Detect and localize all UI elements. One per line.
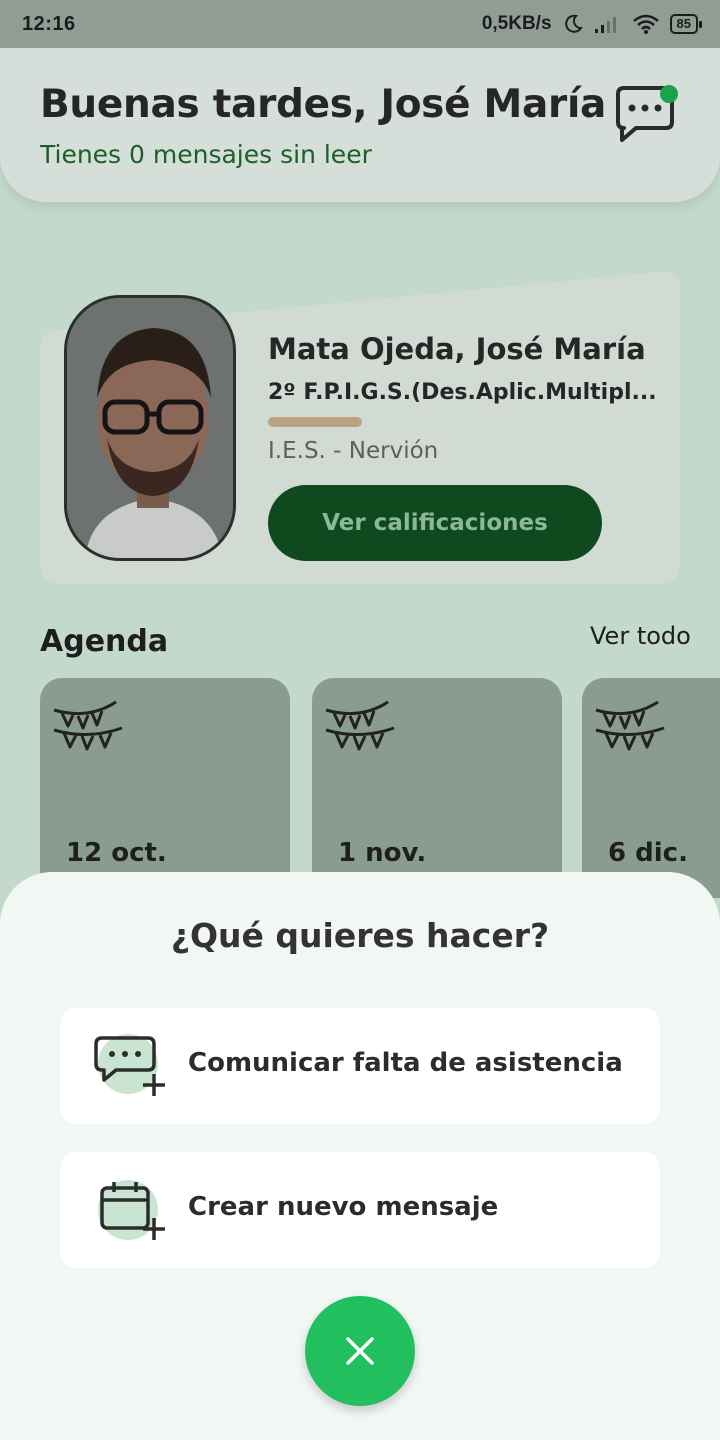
course-color-bar xyxy=(268,417,362,427)
new-message-label: Crear nuevo mensaje xyxy=(188,1192,499,1222)
notification-dot xyxy=(660,85,678,103)
student-name: Mata Ojeda, José María xyxy=(268,332,646,366)
agenda-event-card[interactable]: 12 oct. xyxy=(40,678,290,898)
agenda-title: Agenda xyxy=(40,624,169,659)
unread-messages-text: Tienes 0 mensajes sin leer xyxy=(40,140,372,169)
garland-icon xyxy=(325,700,395,751)
network-speed: 0,5KB/s xyxy=(481,13,552,34)
garland-icon xyxy=(595,700,665,751)
sheet-title: ¿Qué quieres hacer? xyxy=(170,916,550,955)
student-photo xyxy=(64,295,236,561)
report-absence-label: Comunicar falta de asistencia xyxy=(188,1048,623,1078)
signal-icon xyxy=(594,17,616,33)
view-grades-button[interactable]: Ver calificaciones xyxy=(268,485,602,561)
garland-icon xyxy=(53,700,123,751)
close-sheet-button[interactable] xyxy=(305,1296,415,1406)
student-card: Mata Ojeda, José María 2º F.P.I.G.S.(Des… xyxy=(40,270,680,584)
student-school: I.E.S. - Nervión xyxy=(268,438,439,464)
agenda-event-card[interactable]: 1 nov. xyxy=(312,678,562,898)
chat-add-icon xyxy=(94,1034,165,1096)
see-all-link[interactable]: Ver todo xyxy=(590,622,691,650)
new-message-option[interactable]: Crear nuevo mensaje xyxy=(60,1152,660,1268)
report-absence-option[interactable]: Comunicar falta de asistencia xyxy=(60,1008,660,1124)
calendar-add-icon xyxy=(98,1180,165,1240)
wifi-icon xyxy=(632,14,659,34)
event-date: 12 oct. xyxy=(66,838,167,868)
status-time: 12:16 xyxy=(22,12,76,35)
header: Buenas tardes, José María Tienes 0 mensa… xyxy=(0,48,720,202)
student-course: 2º F.P.I.G.S.(Des.Aplic.Multipl... xyxy=(268,380,657,405)
greeting-title: Buenas tardes, José María xyxy=(40,82,607,127)
close-icon xyxy=(346,1337,374,1365)
status-indicators: 0,5KB/s 85 xyxy=(481,13,703,35)
event-date: 1 nov. xyxy=(338,838,427,868)
action-bottom-sheet: ¿Qué quieres hacer? Comunicar falta de a… xyxy=(0,872,720,1440)
status-bar: 12:16 0,5KB/s 85 xyxy=(0,0,720,48)
moon-icon xyxy=(564,14,583,33)
battery-icon: 85 xyxy=(669,14,703,34)
event-date: 6 dic. xyxy=(608,838,688,868)
student-avatar xyxy=(67,298,233,558)
agenda-event-card[interactable]: 6 dic. xyxy=(582,678,720,898)
